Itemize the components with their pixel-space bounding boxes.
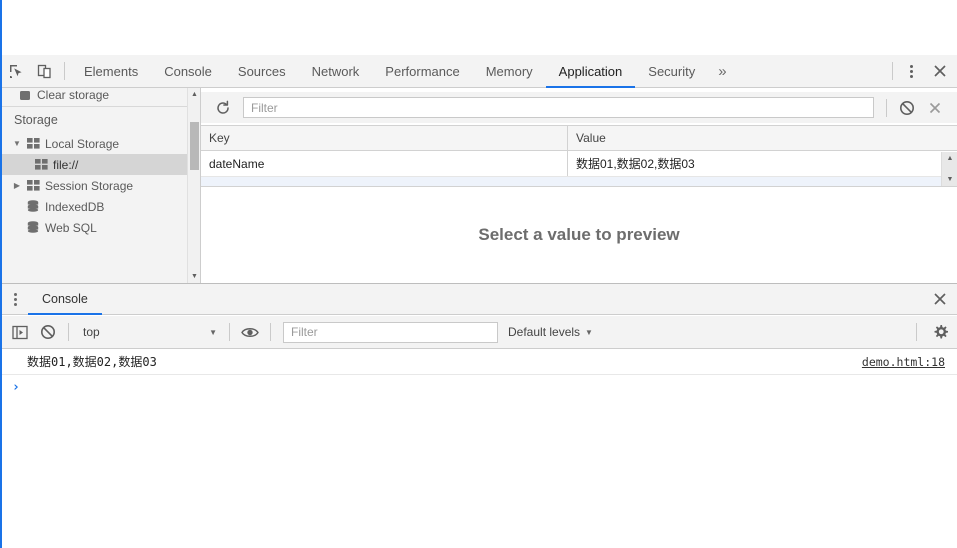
cell-value[interactable]: 数据01,数据02,数据03	[568, 151, 957, 176]
column-header-key[interactable]: Key	[201, 126, 568, 150]
sidebar-item-label: Local Storage	[45, 136, 120, 151]
clear-storage-icon	[16, 90, 34, 102]
tab-application[interactable]: Application	[545, 55, 636, 88]
console-message[interactable]: 数据01,数据02,数据03 demo.html:18	[2, 349, 957, 375]
scrollbar-thumb[interactable]	[190, 122, 199, 170]
database-icon	[24, 221, 42, 234]
tab-performance[interactable]: Performance	[372, 55, 472, 88]
storage-table-header: Key Value	[201, 125, 957, 151]
console-levels-label: Default levels	[508, 325, 581, 339]
preview-placeholder-text: Select a value to preview	[478, 225, 680, 244]
storage-table-icon	[24, 138, 42, 149]
database-icon	[24, 200, 42, 213]
console-filter-input[interactable]	[283, 321, 498, 343]
console-sidebar-toggle-icon[interactable]	[6, 318, 34, 346]
console-message-list[interactable]: 数据01,数据02,数据03 demo.html:18 ›	[2, 349, 957, 548]
drawer-tab-console[interactable]: Console	[28, 283, 102, 315]
drawer-tabbar: Console	[2, 283, 957, 315]
sidebar-item-file-origin[interactable]: file://	[2, 154, 187, 175]
value-column-scrollbar[interactable]: ▲ ▼	[941, 152, 957, 186]
page-viewport-area	[2, 0, 957, 55]
delete-selected-icon[interactable]	[921, 94, 949, 122]
inspect-element-icon[interactable]	[2, 57, 30, 85]
console-message-text: 数据01,数据02,数据03	[27, 355, 157, 369]
tab-elements[interactable]: Elements	[71, 55, 151, 88]
column-header-value[interactable]: Value	[568, 126, 957, 150]
scroll-up-arrow-icon[interactable]: ▲	[942, 152, 957, 165]
console-toolbar-divider-4	[916, 323, 917, 341]
console-context-value: top	[83, 325, 100, 339]
sidebar-item-local-storage[interactable]: ▼ Local Storage	[2, 133, 187, 154]
table-row[interactable]: dateName 数据01,数据02,数据03	[201, 151, 957, 177]
console-toolbar-divider-2	[229, 323, 230, 341]
console-toolbar-divider-3	[270, 323, 271, 341]
devtools-main-toolbar: Elements Console Sources Network Perform…	[2, 55, 957, 88]
console-input-prompt[interactable]: ›	[2, 375, 957, 399]
sidebar-item-indexeddb[interactable]: IndexedDB	[2, 196, 187, 217]
storage-table-icon	[24, 180, 42, 191]
storage-table-icon	[32, 159, 50, 170]
application-sidebar[interactable]: Clear storage Storage ▼ Local Storage fi…	[2, 88, 187, 283]
chevron-down-icon[interactable]: ▼	[10, 139, 24, 148]
cell-key[interactable]: dateName	[201, 151, 568, 176]
console-log-levels-dropdown[interactable]: Default levels ▼	[508, 325, 593, 339]
kebab-menu-icon[interactable]	[2, 283, 28, 315]
table-empty-stripe	[201, 177, 957, 186]
sidebar-item-clear-storage[interactable]: Clear storage	[2, 88, 187, 102]
tab-security[interactable]: Security	[635, 55, 708, 88]
sidebar-section-storage: Storage	[14, 113, 58, 127]
storage-filter-input[interactable]	[243, 97, 874, 118]
live-expression-icon[interactable]	[236, 318, 264, 346]
close-icon[interactable]	[923, 285, 957, 313]
tab-memory[interactable]: Memory	[473, 55, 546, 88]
kebab-menu-icon[interactable]	[899, 57, 923, 85]
chevron-down-icon: ▼	[209, 327, 217, 337]
gear-icon[interactable]	[923, 318, 957, 346]
device-toolbar-icon[interactable]	[30, 57, 58, 85]
toolbar-divider-right	[892, 62, 893, 80]
sidebar-scrollbar[interactable]: ▲ ▼	[187, 88, 200, 283]
console-context-selector[interactable]: top ▼	[75, 321, 223, 343]
sidebar-item-web-sql[interactable]: Web SQL	[2, 217, 187, 238]
tab-network[interactable]: Network	[299, 55, 373, 88]
value-preview-pane: Select a value to preview	[201, 186, 957, 283]
sidebar-item-session-storage[interactable]: ▶ Session Storage	[2, 175, 187, 196]
sidebar-item-label: Clear storage	[37, 88, 110, 102]
prompt-caret-icon: ›	[12, 379, 20, 395]
chevron-right-icon[interactable]: ▶	[10, 181, 24, 190]
refresh-icon[interactable]	[209, 94, 237, 122]
close-icon[interactable]	[923, 57, 957, 85]
storage-toolbar-divider	[886, 98, 887, 117]
scroll-down-arrow-icon[interactable]: ▼	[942, 173, 957, 186]
clear-all-icon[interactable]	[893, 94, 921, 122]
console-toolbar-divider-1	[68, 323, 69, 341]
sidebar-item-label: IndexedDB	[45, 199, 105, 214]
console-toolbar: top ▼ Default levels ▼	[2, 316, 957, 349]
devtools-window: Elements Console Sources Network Perform…	[0, 0, 957, 548]
tab-console[interactable]: Console	[151, 55, 225, 88]
chevron-down-icon: ▼	[585, 327, 593, 337]
console-source-link[interactable]: demo.html:18	[862, 355, 945, 369]
clear-console-icon[interactable]	[34, 318, 62, 346]
more-tabs-icon[interactable]: »	[708, 55, 736, 88]
storage-panel-toolbar	[201, 92, 957, 123]
sidebar-item-label: Session Storage	[45, 178, 134, 193]
sidebar-item-label: Web SQL	[45, 220, 97, 235]
sidebar-item-label: file://	[53, 157, 79, 172]
tab-sources[interactable]: Sources	[225, 55, 299, 88]
toolbar-divider	[64, 62, 65, 80]
